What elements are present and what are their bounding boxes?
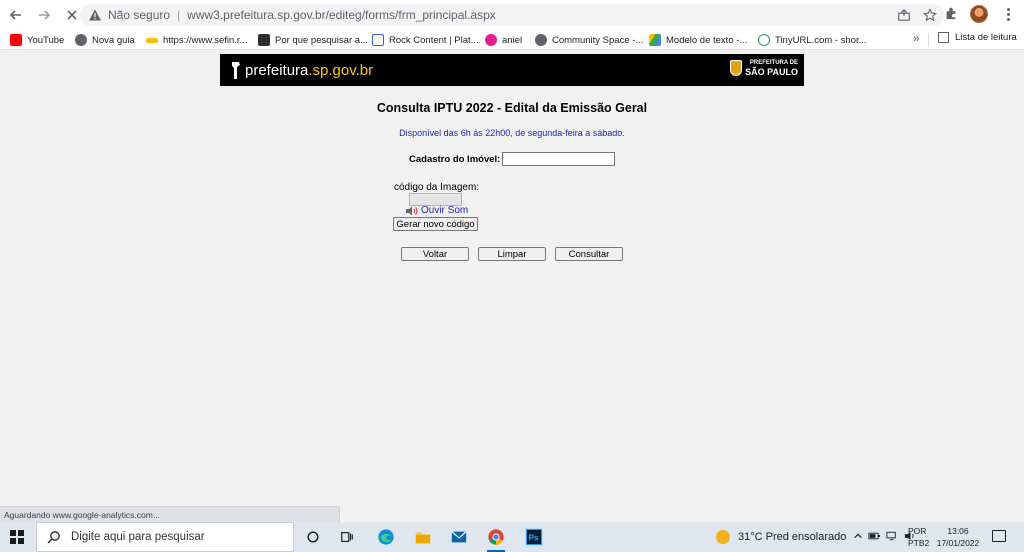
- keyboard-layout: PTB2: [908, 538, 930, 548]
- windows-start-icon[interactable]: [10, 530, 24, 544]
- bookmark-label: Nova guia: [92, 34, 135, 46]
- taskbar: Digite aqui para pesquisar Ps 31°C Pred …: [0, 522, 1024, 552]
- chevron-up-icon[interactable]: [853, 530, 863, 544]
- audio-link-label: Ouvir Som: [421, 205, 469, 216]
- url-text[interactable]: www3.prefeitura.sp.gov.br/editeg/forms/f…: [187, 8, 496, 22]
- rock-content-icon: [372, 34, 384, 46]
- bookmark-aniel[interactable]: aniel: [485, 32, 522, 48]
- sao-paulo-crest-icon: [730, 60, 743, 76]
- search-icon: [47, 531, 60, 544]
- share-icon[interactable]: [896, 7, 912, 23]
- forward-arrow-icon[interactable]: [32, 3, 56, 27]
- bookmark-label: Rock Content | Plat...: [389, 34, 479, 46]
- bookmark-youtube[interactable]: YouTube: [10, 32, 64, 48]
- page-title: Consulta IPTU 2022 - Edital da Emissão G…: [376, 101, 648, 115]
- bookmark-sefin[interactable]: https://www.sefin.r...: [146, 32, 247, 48]
- bookmark-por-que-pesquisar[interactable]: Por que pesquisar a...: [258, 32, 368, 48]
- notifications-icon[interactable]: [992, 530, 1006, 542]
- prefeitura-logo[interactable]: prefeitura .sp.gov.br: [230, 59, 373, 81]
- back-button[interactable]: Voltar: [401, 247, 469, 261]
- speaker-icon: [406, 206, 418, 215]
- not-secure-label: Não seguro: [108, 8, 171, 22]
- youtube-icon: [10, 34, 22, 46]
- cadastro-label: Cadastro do Imóvel:: [409, 154, 501, 165]
- star-icon[interactable]: [922, 7, 938, 23]
- captcha-label: código da Imagem:: [394, 182, 480, 193]
- reading-list-button[interactable]: Lista de leitura: [938, 32, 1017, 43]
- bookmarks-divider: [928, 34, 929, 46]
- task-view-icon[interactable]: [336, 526, 358, 548]
- prefeitura-logo-icon: [232, 62, 240, 79]
- bookmarks-bar: YouTube Nova guia https://www.sefin.r...…: [0, 30, 1024, 50]
- bookmark-label: aniel: [502, 34, 523, 46]
- chrome-icon[interactable]: [485, 526, 507, 552]
- prefeitura-banner: prefeitura .sp.gov.br PREFEITURA DE SÃO P…: [220, 54, 804, 86]
- availability-note: Disponível das 6h às 22h00, de segunda-f…: [399, 128, 625, 138]
- bookmark-modelo-de-texto[interactable]: Modelo de texto -...: [649, 32, 747, 48]
- bookmark-tinyurl[interactable]: TinyURL.com - shor...: [758, 32, 867, 48]
- status-bar: Aguardando www.google-analytics.com...: [0, 506, 340, 522]
- submit-button[interactable]: Consultar: [555, 247, 623, 261]
- bookmark-community-space[interactable]: Community Space -...: [535, 32, 643, 48]
- more-bookmarks-icon[interactable]: »: [913, 31, 920, 45]
- file-explorer-icon[interactable]: [412, 526, 434, 548]
- audio-captcha-link[interactable]: Ouvir Som: [405, 205, 468, 216]
- generate-new-code-button[interactable]: Gerar novo código: [393, 217, 478, 231]
- clock-date: 17/01/2022: [936, 538, 980, 548]
- bookmark-label: Por que pesquisar a...: [275, 34, 368, 46]
- search-placeholder: Digite aqui para pesquisar: [71, 531, 205, 543]
- aniel-icon: [485, 34, 497, 46]
- input-language-indicator[interactable]: POR PTB2: [908, 525, 929, 549]
- back-arrow-icon[interactable]: [4, 3, 28, 27]
- globe-icon: [75, 34, 87, 46]
- cortana-icon[interactable]: [302, 526, 324, 548]
- taskbar-search-box[interactable]: Digite aqui para pesquisar: [36, 522, 294, 552]
- browser-toolbar: Não seguro | www3.prefeitura.sp.gov.br/e…: [0, 0, 1024, 30]
- profile-avatar[interactable]: [970, 5, 988, 23]
- bookmark-label: Modelo de texto -...: [666, 34, 748, 46]
- bookmark-favicon-icon: [258, 34, 270, 46]
- bookmark-label: Community Space -...: [552, 34, 644, 46]
- bookmark-rock-content[interactable]: Rock Content | Plat...: [372, 32, 479, 48]
- weather-widget[interactable]: 31°C Pred ensolarado: [716, 530, 846, 544]
- edge-icon[interactable]: [375, 526, 397, 548]
- sao-paulo-brand: PREFEITURA DE SÃO PAULO: [730, 59, 798, 77]
- extensions-icon[interactable]: [944, 6, 958, 23]
- bookmark-label: https://www.sefin.r...: [163, 34, 248, 46]
- reading-list-label: Lista de leitura: [955, 32, 1017, 43]
- bookmark-label: YouTube: [27, 34, 65, 46]
- language-code: POR: [908, 526, 927, 536]
- address-bar[interactable]: Não seguro | www3.prefeitura.sp.gov.br/e…: [80, 4, 944, 26]
- system-clock[interactable]: 13:06 17/01/2022: [936, 525, 980, 549]
- network-icon[interactable]: [886, 530, 899, 544]
- bookmark-nova-guia[interactable]: Nova guia: [75, 32, 135, 48]
- tinyurl-icon: [758, 34, 770, 46]
- google-drive-icon: [649, 34, 661, 46]
- bookmark-label: TinyURL.com - shor...: [775, 34, 867, 46]
- svg-text:Ps: Ps: [529, 534, 539, 543]
- weather-text: 31°C Pred ensolarado: [738, 531, 847, 543]
- sefin-icon: [146, 37, 158, 43]
- clock-time: 13:06: [947, 526, 969, 536]
- menu-kebab-icon[interactable]: [1000, 7, 1016, 21]
- city-brand-bottom: SÃO PAULO: [745, 67, 798, 77]
- reading-list-icon: [938, 32, 949, 43]
- clear-button[interactable]: Limpar: [478, 247, 546, 261]
- battery-icon[interactable]: [868, 530, 881, 544]
- warning-icon[interactable]: [88, 8, 102, 22]
- logo-text-prefix: prefeitura: [245, 61, 309, 79]
- photoshop-icon[interactable]: Ps: [523, 526, 545, 548]
- community-icon: [535, 34, 547, 46]
- mail-icon[interactable]: [448, 526, 470, 548]
- url-separator: |: [177, 8, 181, 22]
- weather-sun-icon: [716, 530, 730, 544]
- logo-text-suffix: .sp.gov.br: [308, 61, 374, 79]
- cadastro-input[interactable]: [502, 152, 615, 166]
